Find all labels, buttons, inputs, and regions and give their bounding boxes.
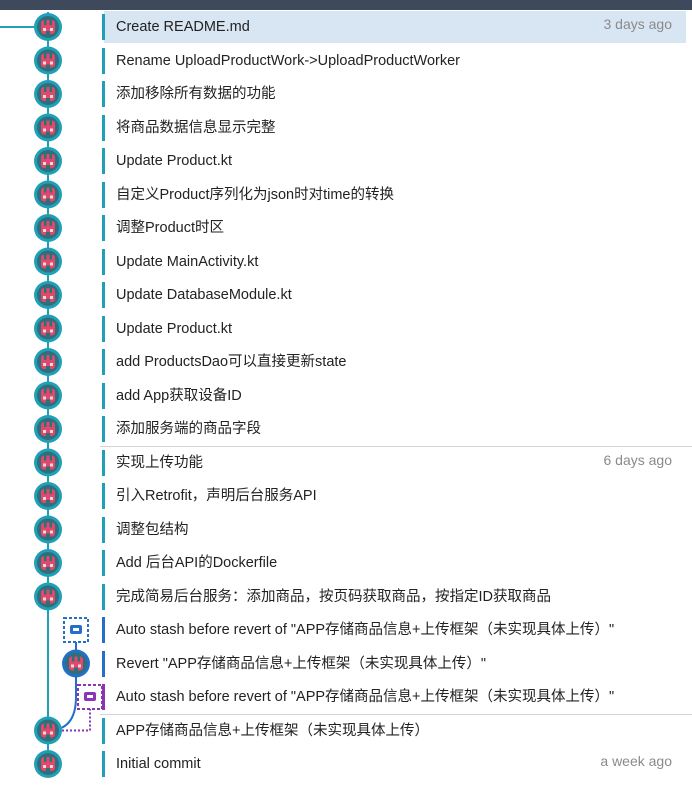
- commit-row[interactable]: Update DatabaseModule.kt: [0, 278, 692, 312]
- branch-color-bar: [102, 349, 105, 375]
- date-group-divider: [100, 713, 692, 715]
- commit-row[interactable]: Auto stash before revert of "APP存储商品信息+上…: [0, 613, 692, 647]
- commit-row[interactable]: 自定义Product序列化为json时对time的转换: [0, 178, 692, 212]
- commit-message: 实现上传功能: [116, 454, 203, 471]
- commit-message: Initial commit: [116, 756, 201, 772]
- branch-color-bar: [102, 215, 105, 241]
- commit-message: add ProductsDao可以直接更新state: [116, 354, 347, 370]
- branch-color-bar: [102, 148, 105, 174]
- commit-message: Create README.md: [116, 19, 250, 35]
- commit-date: 3 days ago: [603, 16, 673, 32]
- branch-color-bar: [102, 650, 105, 677]
- branch-color-bar: [102, 751, 105, 777]
- commit-row[interactable]: add App获取设备ID: [0, 379, 692, 413]
- date-group-divider: [100, 445, 692, 447]
- commit-row[interactable]: Revert "APP存储商品信息+上传框架（未实现具体上传）": [0, 647, 692, 681]
- commit-message: 添加服务端的商品字段: [116, 421, 261, 437]
- branch-color-bar: [102, 717, 105, 744]
- commit-row[interactable]: 引入Retrofit，声明后台服务API: [0, 479, 692, 513]
- commit-row[interactable]: Auto stash before revert of "APP存储商品信息+上…: [0, 680, 692, 714]
- commit-message: add App获取设备ID: [116, 387, 242, 404]
- branch-color-bar: [102, 47, 105, 74]
- commit-row[interactable]: 添加服务端的商品字段: [0, 412, 692, 446]
- branch-color-bar: [102, 81, 105, 107]
- commit-message: Auto stash before revert of "APP存储商品信息+上…: [116, 622, 615, 638]
- commit-message: Update Product.kt: [116, 320, 233, 337]
- commit-message: 自定义Product序列化为json时对time的转换: [116, 186, 394, 203]
- commit-row[interactable]: 将商品数据信息显示完整: [0, 111, 692, 145]
- commit-row[interactable]: 调整包结构: [0, 513, 692, 547]
- branch-color-bar: [102, 14, 105, 40]
- commit-row[interactable]: add ProductsDao可以直接更新state: [0, 345, 692, 379]
- commit-row[interactable]: Update Product.kt: [0, 312, 692, 346]
- branch-color-bar: [102, 114, 105, 141]
- commit-message: 添加移除所有数据的功能: [116, 86, 276, 102]
- commit-message: 调整Product时区: [116, 220, 224, 236]
- commit-row[interactable]: 添加移除所有数据的功能: [0, 77, 692, 111]
- commit-message: Revert "APP存储商品信息+上传框架（未实现具体上传）": [116, 655, 487, 672]
- commit-row[interactable]: Initial commit a week ago: [0, 747, 692, 781]
- commit-row[interactable]: 调整Product时区: [0, 211, 692, 245]
- commit-row[interactable]: Update MainActivity.kt: [0, 245, 692, 279]
- branch-color-bar: [102, 684, 105, 710]
- commit-row[interactable]: Rename UploadProductWork->UploadProductW…: [0, 44, 692, 78]
- branch-color-bar: [102, 583, 105, 610]
- branch-color-bar: [102, 550, 105, 576]
- commit-row[interactable]: 实现上传功能 6 days ago: [0, 445, 692, 480]
- commit-row[interactable]: 完成简易后台服务：添加商品，按页码获取商品，按指定ID获取商品: [0, 580, 692, 614]
- commit-row[interactable]: Update Product.kt: [0, 144, 692, 178]
- branch-color-bar: [102, 315, 105, 342]
- commit-message: 完成简易后台服务：添加商品，按页码获取商品，按指定ID获取商品: [116, 588, 551, 605]
- commit-message: Auto stash before revert of "APP存储商品信息+上…: [116, 689, 615, 705]
- branch-color-bar: [102, 248, 105, 275]
- commit-message: APP存储商品信息+上传框架（未实现具体上传）: [116, 722, 429, 739]
- branch-color-bar: [102, 617, 105, 643]
- commit-message: Update MainActivity.kt: [116, 253, 259, 270]
- branch-color-bar: [102, 282, 105, 308]
- top-toolbar-strip: [0, 0, 692, 10]
- commit-message: 引入Retrofit，声明后台服务API: [116, 488, 317, 504]
- branch-color-bar: [102, 181, 105, 208]
- commit-message: Rename UploadProductWork->UploadProductW…: [116, 52, 460, 69]
- branch-color-bar: [102, 483, 105, 509]
- commit-message: Update Product.kt: [116, 153, 233, 169]
- commit-message: Update DatabaseModule.kt: [116, 287, 292, 303]
- commit-row[interactable]: Add 后台API的Dockerfile: [0, 546, 692, 580]
- commit-date: a week ago: [600, 753, 672, 769]
- branch-color-bar: [102, 382, 105, 409]
- commit-message: 调整包结构: [116, 521, 189, 538]
- branch-color-bar: [102, 449, 105, 476]
- commit-message: Add 后台API的Dockerfile: [116, 555, 278, 571]
- branch-color-bar: [102, 416, 105, 442]
- commit-message: 将商品数据信息显示完整: [116, 119, 276, 136]
- commit-date: 6 days ago: [603, 451, 673, 468]
- commit-row[interactable]: Create README.md 3 days ago: [0, 10, 692, 44]
- branch-color-bar: [102, 516, 105, 543]
- commit-row[interactable]: APP存储商品信息+上传框架（未实现具体上传）: [0, 713, 692, 748]
